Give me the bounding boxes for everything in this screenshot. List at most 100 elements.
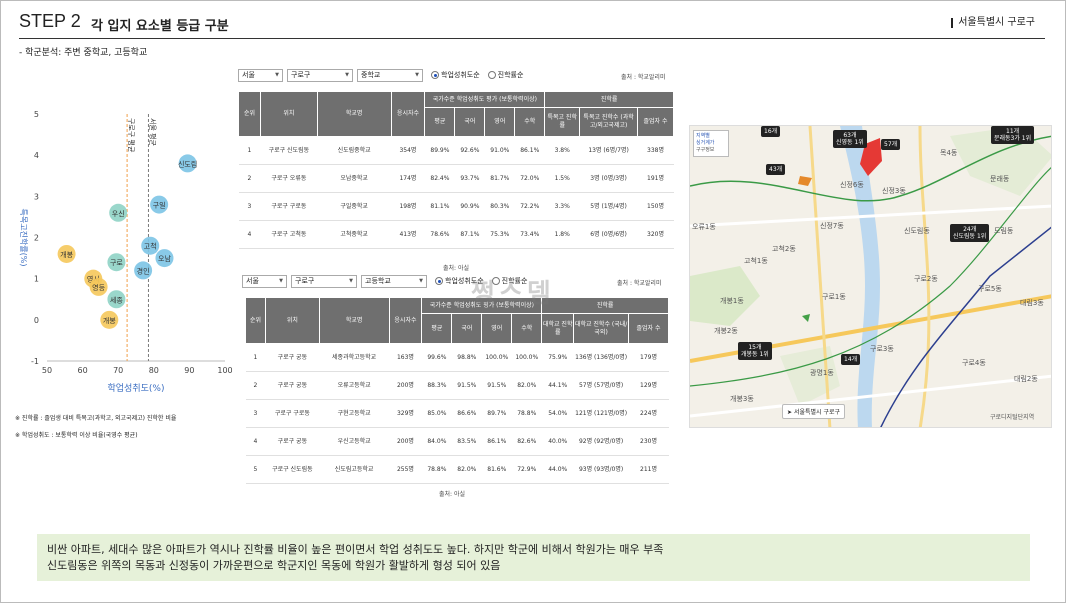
table-cell: 174명 [391,164,425,193]
sort-advancement-radio[interactable]: 진학률순 [487,70,523,80]
table-cell: 100.0% [481,343,512,372]
table-row: 4 구로구 고척동 고척중학교 413명 78.6% 87.1% 75.3% 73.4% 1.8… [238,220,674,249]
location-arrow-icon: ➤ [787,409,794,416]
district-select[interactable]: 구로구 ▼ [287,68,353,82]
table-cell: 89.9% [424,136,455,165]
table-cell: 200명 [389,371,422,400]
table-cell: 고척중학교 [317,220,392,249]
table-cell: 3 [238,192,261,221]
city-select[interactable]: 서울 ▼ [242,274,287,288]
map-label: 구로5동 [978,285,1002,293]
city-select[interactable]: 서울 ▼ [238,68,283,82]
map-badge[interactable]: 63개 신영동 1위 [833,130,867,148]
x-tick-label: 80 [149,366,159,375]
level-select[interactable]: 중학교 ▼ [357,68,423,82]
table-cell: 54.0% [541,399,574,428]
table-cell: 86.1% [514,136,545,165]
table-cell: 198명 [391,192,425,221]
point-label: 영등 [92,283,105,292]
note-advancement: ※ 진학률 : 졸업생 대비 특목고(과학고, 외고국제고) 진학한 비율 [15,415,177,422]
table-cell: 72.0% [514,164,545,193]
map-label: 대림2동 [1014,375,1038,383]
table-cell: 100.0% [511,343,542,372]
table-cell: 2 [238,164,261,193]
academy-map[interactable]: 지역별 싱거계가 구구정보 16개 63개 신영동 1위 57개 11개 문래동3가… [689,125,1052,428]
current-location-button[interactable]: ➤ 서울특별시 구로구 [782,404,846,419]
table-cell: 179명 [628,343,669,372]
map-badge[interactable]: 14개 [841,354,861,365]
point-label: 우신 [112,209,125,218]
watermark: 쩡스뎀 [471,279,555,309]
table-cell: 구로구 고척동 [260,220,318,249]
table-cell: 세종과학고등학교 [319,343,389,372]
x-axis-label: 학업성취도(%) [108,383,165,394]
point-label: 구로 [110,259,123,267]
table-cell: 93명 (93명/0명) [573,455,629,484]
level-select[interactable]: 고등학교 ▼ [361,274,427,288]
table-cell: 구로구 궁동 [265,371,320,400]
map-badge[interactable]: 15개 개봉동 1위 [738,342,772,360]
sort-achievement-radio[interactable]: 학업성취도순 [431,70,480,80]
summary-box: 비싼 아파트, 세대수 많은 아파트가 역시나 진학률 비율이 높은 편이면서 … [37,534,1030,581]
table-cell: 82.6% [511,427,542,456]
point-label: 오남 [158,254,171,263]
table-cell: 5명 (1명/4명) [579,192,638,221]
y-tick-label: 0 [34,316,39,325]
point-label: 개봉 [60,250,73,259]
table-cell: 1 [238,136,261,165]
table-cell: 구로구 구로동 [265,399,320,428]
map-badge[interactable]: 16개 [761,126,781,137]
map-badge[interactable]: 11개 문래동3가 1위 [991,126,1035,144]
col-location: 위치 [264,297,320,344]
table-cell: 1.5% [544,164,580,193]
map-label: 개봉1동 [720,297,744,305]
map-canvas [690,126,1051,427]
table-cell: 224명 [628,399,669,428]
col-group-advancement: 진학률 [541,297,669,314]
map-label: 개봉3동 [730,395,754,403]
map-badge[interactable]: 43개 [766,164,786,175]
map-badge[interactable]: 57개 [881,139,901,150]
district-select[interactable]: 구로구 ▼ [291,274,357,288]
table-cell: 191명 [637,164,674,193]
map-label: 고척2동 [772,245,796,253]
col-location: 위치 [259,91,318,137]
table-cell: 3명 (0명/3명) [579,164,638,193]
map-label: 신도림동 [904,227,930,235]
x-tick-label: 100 [217,366,232,375]
header-bar: STEP 2 각 입지 요소별 등급 구분 서울특별시 구로구 [19,9,1045,39]
x-tick-label: 60 [78,366,88,375]
map-layer-control[interactable]: 지역별 싱거계가 구구정보 [693,130,729,157]
table-cell: 57명 (57명/0명) [573,371,629,400]
step-label: STEP 2 [19,11,81,31]
map-label: 신정7동 [820,222,844,230]
table-cell: 81.1% [424,192,455,221]
table-cell: 구로구 오류동 [260,164,318,193]
table-cell: 163명 [389,343,422,372]
table-cell: 320명 [637,220,674,249]
table-cell: 230명 [628,427,669,456]
section-subtitle: - 학군분석: 주변 중학교, 고등학교 [19,48,148,58]
y-tick-label: 2 [34,234,39,243]
table-cell: 72.9% [511,455,542,484]
scatter-chart: 50 60 70 80 90 100 -1 0 1 2 3 4 5 학업성취도(%) 특목고진학률(%) 구로… [19,110,233,394]
map-label: 신정3동 [882,187,906,195]
col-school: 학교명 [318,297,390,344]
note-achievement: ※ 학업성취도 : 보통학력 이상 비율(국영수 평균) [15,432,138,439]
table-cell: 82.4% [424,164,455,193]
table-cell: 우신고등학교 [319,427,389,456]
reference-line-label: 구로구 평균 [127,118,136,153]
table-cell: 121명 (121명/0명) [573,399,629,428]
table-cell: 85.0% [421,399,452,428]
table-cell: 78.8% [421,455,452,484]
map-badge[interactable]: 24개 신도림동 1위 [950,224,990,242]
table-cell: 99.6% [421,343,452,372]
point-label: 고척 [144,243,157,251]
col-rank: 순위 [245,297,266,344]
point-label: 신도림 [178,159,197,168]
col-examinees: 응시자수 [388,297,423,344]
table-cell: 82.0% [511,371,542,400]
x-tick-label: 90 [184,366,194,375]
high-source-top: 출처 : 학교알리미 [617,280,662,287]
table-cell: 13명 (6명/7명) [579,136,638,165]
